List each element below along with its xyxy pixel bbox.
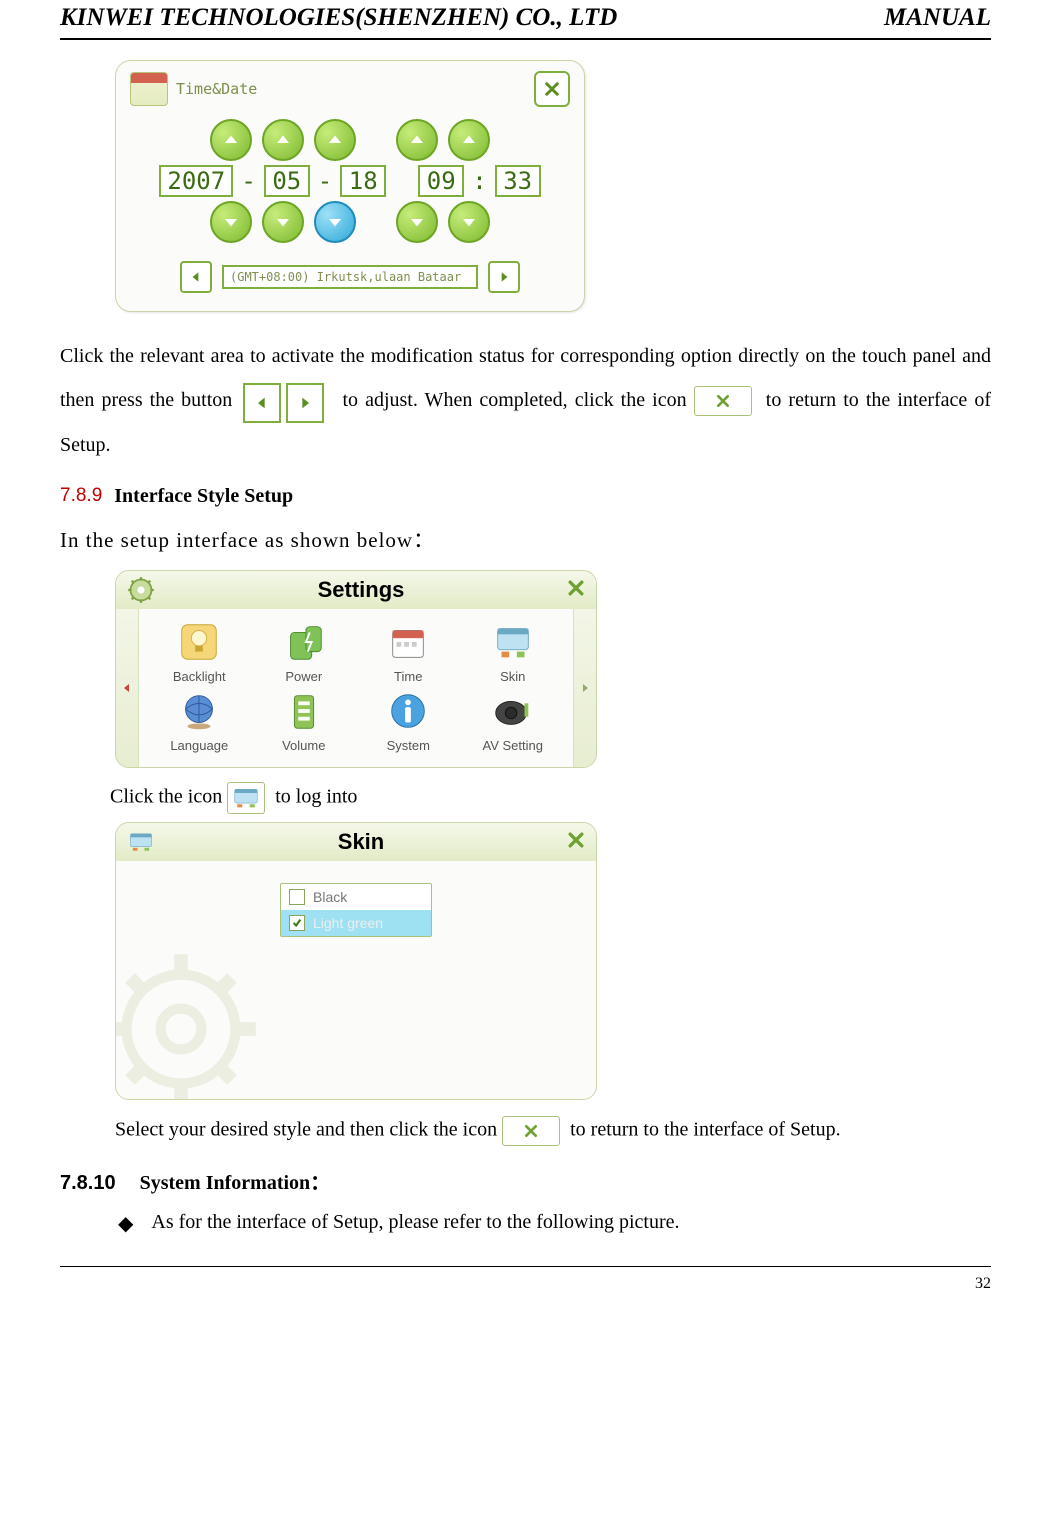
settings-grid: Backlight Power Time Skin Language — [139, 609, 573, 767]
volume-icon — [281, 688, 327, 734]
skin-option-black[interactable]: Black — [281, 884, 431, 910]
year-field[interactable]: 2007 — [159, 165, 233, 197]
month-field[interactable]: 05 — [264, 165, 310, 197]
settings-item-skin[interactable]: Skin — [461, 619, 566, 684]
skin-option-lightgreen[interactable]: Light green — [281, 910, 431, 936]
up-row — [130, 119, 570, 161]
footer-divider — [60, 1266, 991, 1267]
gear-icon — [126, 575, 156, 605]
settings-next-button[interactable] — [573, 609, 596, 767]
settings-item-power[interactable]: Power — [252, 619, 357, 684]
left-arrow-icon — [243, 383, 281, 423]
minute-field[interactable]: 33 — [495, 165, 541, 197]
year-up-button[interactable] — [210, 119, 252, 161]
year-down-button[interactable] — [210, 201, 252, 243]
section-7810-title: 7.8.10 System Information： — [60, 1166, 991, 1195]
skin-options-list: Black Light green — [280, 883, 432, 937]
skin-icon — [490, 619, 536, 665]
globe-icon — [176, 688, 222, 734]
section-789-intro: In the setup interface as shown below： — [60, 524, 991, 554]
separator: - — [239, 167, 257, 195]
hour-field[interactable]: 09 — [418, 165, 464, 197]
skin-icon — [227, 782, 265, 814]
minute-up-button[interactable] — [448, 119, 490, 161]
settings-item-volume[interactable]: Volume — [252, 688, 357, 753]
settings-item-time[interactable]: Time — [356, 619, 461, 684]
settings-prev-button[interactable] — [116, 609, 139, 767]
settings-item-system[interactable]: System — [356, 688, 461, 753]
separator: : — [470, 167, 488, 195]
day-up-button[interactable] — [314, 119, 356, 161]
info-icon — [385, 688, 431, 734]
right-arrow-icon — [286, 383, 324, 423]
battery-icon — [281, 619, 327, 665]
time-date-panel: Time&Date 2007 - 05 - 18 09 : 33 — [115, 60, 585, 312]
camera-icon — [490, 688, 536, 734]
click-icon-line: Click the icon to log into — [110, 782, 991, 814]
close-icon — [502, 1116, 560, 1146]
settings-item-language[interactable]: Language — [147, 688, 252, 753]
settings-item-avsetting[interactable]: AV Setting — [461, 688, 566, 753]
time-date-title: Time&Date — [176, 80, 257, 98]
settings-item-backlight[interactable]: Backlight — [147, 619, 252, 684]
tz-prev-button[interactable] — [180, 261, 212, 293]
minute-down-button[interactable] — [448, 201, 490, 243]
skin-panel: Skin Black Light green — [115, 822, 597, 1100]
header-divider — [60, 38, 991, 40]
page-number: 32 — [60, 1275, 991, 1303]
bullet-line: ◆ As for the interface of Setup, please … — [118, 1211, 991, 1236]
skin-icon — [126, 827, 156, 857]
tz-next-button[interactable] — [488, 261, 520, 293]
settings-panel: Settings Backlight Power Time — [115, 570, 597, 768]
header-manual: MANUAL — [884, 4, 991, 32]
close-icon[interactable] — [566, 578, 586, 603]
day-down-button[interactable] — [314, 201, 356, 243]
settings-title: Settings — [156, 577, 566, 603]
down-row — [130, 201, 570, 243]
calendar-icon — [385, 619, 431, 665]
header-company: KINWEI TECHNOLOGIES(SHENZHEN) CO., LTD — [60, 4, 617, 32]
separator: - — [316, 167, 334, 195]
close-icon[interactable] — [534, 71, 570, 107]
month-down-button[interactable] — [262, 201, 304, 243]
instruction-paragraph: Click the relevant area to activate the … — [60, 334, 991, 467]
select-style-line: Select your desired style and then click… — [115, 1116, 991, 1146]
timezone-field[interactable]: (GMT+08:00) Irkutsk,ulaan Bataar — [222, 265, 478, 289]
section-789-title: 7.8.9 Interface Style Setup — [60, 485, 991, 508]
close-icon[interactable] — [566, 830, 586, 855]
checkbox-icon — [289, 889, 305, 905]
month-up-button[interactable] — [262, 119, 304, 161]
day-field[interactable]: 18 — [340, 165, 386, 197]
hour-down-button[interactable] — [396, 201, 438, 243]
calendar-icon — [130, 72, 168, 106]
checkbox-checked-icon — [289, 915, 305, 931]
skin-title: Skin — [156, 829, 566, 855]
close-icon — [694, 386, 752, 416]
hour-up-button[interactable] — [396, 119, 438, 161]
gear-watermark-icon — [115, 944, 266, 1100]
diamond-bullet-icon: ◆ — [118, 1211, 133, 1236]
bulb-icon — [176, 619, 222, 665]
